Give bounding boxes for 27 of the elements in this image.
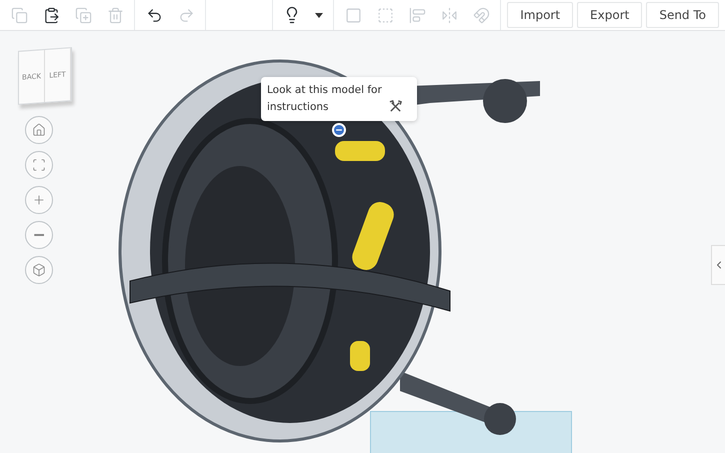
minus-icon [34,234,44,236]
fit-frame-icon [32,158,46,172]
magnet-icon [472,6,490,24]
zoom-out-button[interactable] [25,221,53,249]
home-button[interactable] [25,116,53,144]
redo-arrow-icon [178,6,194,24]
plus-icon [32,193,46,207]
hammer-wrench-icon [389,100,402,113]
fit-button[interactable] [25,151,53,179]
home-icon [32,123,46,137]
mirror-icon [440,6,458,24]
zoom-in-button[interactable] [25,186,53,214]
trash-icon [106,6,124,24]
cube-icon [32,263,46,277]
toolbar-button[interactable]: Send To [646,2,719,28]
toolbar-button[interactable]: Export [577,2,642,28]
square-icon [344,6,362,24]
perspective-button[interactable] [25,256,53,284]
dashed-square-icon [376,6,394,24]
undo-arrow-icon [146,6,162,24]
align-icon [408,6,426,24]
duplicate-icon [74,6,92,24]
panel-toggle-button[interactable] [711,245,725,285]
toolbar-button[interactable]: Import [507,2,574,28]
clipboard-icon [42,6,60,24]
copy-icon [10,6,28,24]
tooltip-text: Look at this model for instructions [267,83,383,115]
